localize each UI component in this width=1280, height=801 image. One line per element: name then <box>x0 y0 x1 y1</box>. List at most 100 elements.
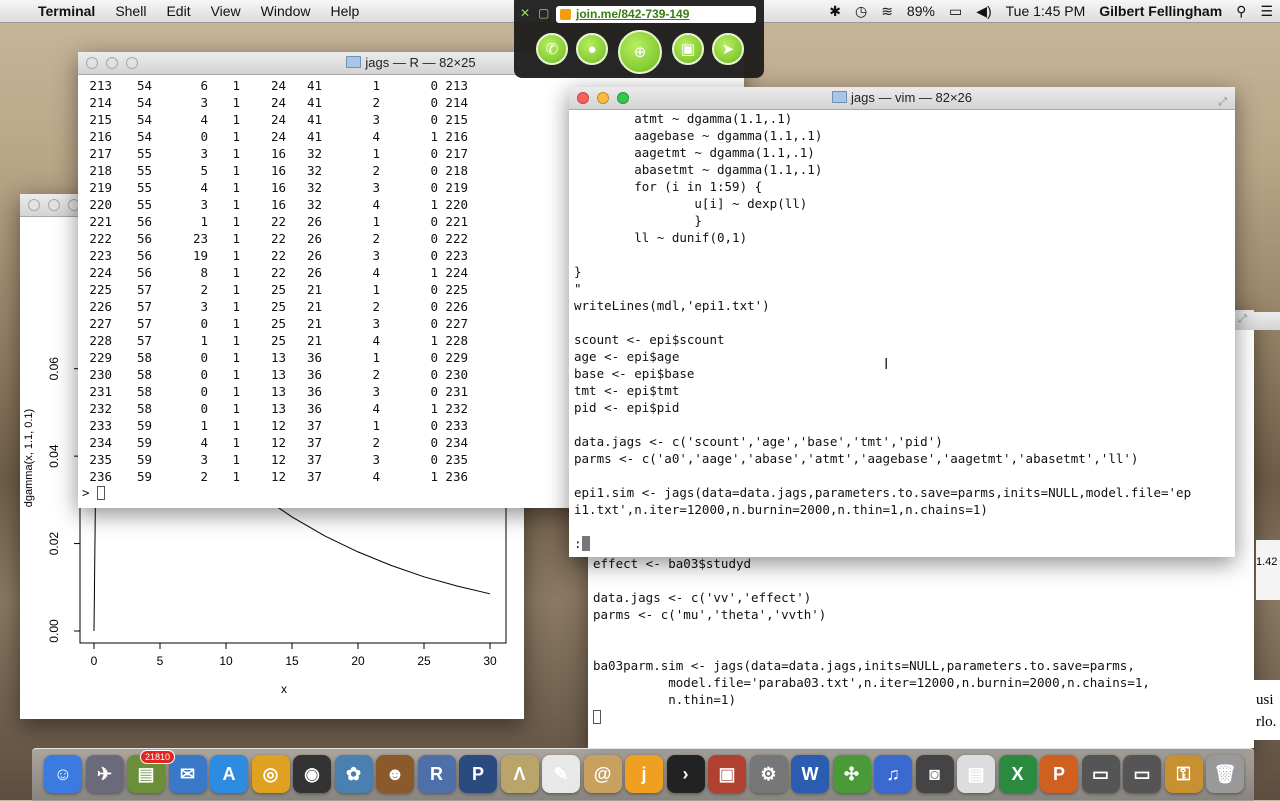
zoom-button[interactable]: ⊕ <box>618 30 662 74</box>
table-cell: 0 <box>430 112 438 127</box>
window-1-icon[interactable]: ▭ <box>1081 755 1120 793</box>
window-2-icon[interactable]: ▭ <box>1123 755 1161 793</box>
table-cell: 0 <box>430 299 438 314</box>
joinme-close-icon[interactable]: ✕ <box>520 6 530 20</box>
menu-edit[interactable]: Edit <box>156 3 200 19</box>
edge-window[interactable]: 1.42 <box>1256 540 1280 600</box>
finder-icon[interactable]: ☺ <box>44 755 82 793</box>
data-table: 213 54 6 1 24 41 1 0 213 214 54 3 1 24 41 2 0 214 215 54 4 1 2… <box>82 77 468 485</box>
table-cell: 220 <box>445 197 468 212</box>
table-cell: 24 <box>270 95 286 110</box>
bluetooth-icon[interactable]: ✱ <box>822 3 848 20</box>
table-cell: 231 <box>445 384 468 399</box>
lock-button[interactable]: ▣ <box>672 33 704 65</box>
spotlight-search-icon[interactable]: ⚲ <box>1229 3 1253 20</box>
chrome-icon[interactable]: ◎ <box>251 755 290 793</box>
close-icon[interactable] <box>86 57 98 69</box>
r-icon[interactable]: R <box>417 755 456 793</box>
close-icon[interactable] <box>28 199 40 211</box>
pointer-button[interactable]: ➤ <box>712 33 744 65</box>
notification-center-icon[interactable]: ☰ <box>1253 3 1280 20</box>
table-cell: 41 <box>306 78 322 93</box>
table-row: 226 57 3 1 25 21 2 0 226 <box>82 298 468 315</box>
battery-icon[interactable]: ▭ <box>942 3 969 20</box>
screen-capture-icon[interactable]: ◙ <box>915 755 954 793</box>
table-cell: 223 <box>445 248 468 263</box>
table-cell: 36 <box>306 350 322 365</box>
y-tick-label: 0.02 <box>47 532 61 556</box>
table-cell: 0 <box>430 435 438 450</box>
joinme-url[interactable]: join.me/842-739-149 <box>556 6 756 23</box>
chat-button[interactable]: ● <box>576 33 608 65</box>
back-editor-text[interactable]: effect <- ba03$studyd data.jags <- c('vv… <box>593 555 1150 725</box>
code-text: parms <- c('a0','aage','abase','atmt','a… <box>574 451 1139 466</box>
zoom-window-icon[interactable] <box>617 92 629 104</box>
keychain-icon[interactable]: ⚿ <box>1164 755 1203 793</box>
minimize-icon[interactable] <box>48 199 60 211</box>
table-row: 229 58 0 1 13 36 1 0 229 <box>82 349 468 366</box>
excel-icon[interactable]: X <box>998 755 1037 793</box>
table-cell: 215 <box>445 112 468 127</box>
code-line: for (i in 1:59) { <box>574 178 1235 195</box>
menu-shell[interactable]: Shell <box>105 3 156 19</box>
table-cell: 0 <box>430 367 438 382</box>
vim-editor[interactable]: atmt ~ dgamma(1.1,.1) aagebase ~ dgamma(… <box>574 110 1235 557</box>
mail-badge: 21810 <box>140 750 176 764</box>
battery-percent[interactable]: 89% <box>900 3 942 19</box>
system-preferences-icon[interactable]: ⚙ <box>749 755 788 793</box>
close-icon[interactable] <box>577 92 589 104</box>
clock[interactable]: Tue 1:45 PM <box>999 3 1093 19</box>
time-machine-icon[interactable]: ◷ <box>848 3 874 20</box>
user-name[interactable]: Gilbert Fellingham <box>1092 3 1229 19</box>
phone-button[interactable]: ✆ <box>536 33 568 65</box>
y-tick-label: 0.06 <box>47 357 61 381</box>
launchpad-icon[interactable]: ✈ <box>85 755 124 793</box>
table-cell: 226 <box>89 299 112 314</box>
microsoft-word-icon[interactable]: W <box>791 755 829 793</box>
code-text: } <box>574 213 702 228</box>
fetch-icon[interactable]: ☻ <box>376 755 414 793</box>
contacts-icon[interactable]: @ <box>583 755 622 793</box>
menu-app-name[interactable]: Terminal <box>28 3 105 19</box>
pandora-icon[interactable]: P <box>459 755 497 793</box>
iphoto-icon[interactable]: ✿ <box>334 755 373 793</box>
table-cell: 56 <box>136 248 152 263</box>
powerpoint-icon[interactable]: P <box>1040 755 1078 793</box>
vim-titlebar[interactable]: jags — vim — 82×26 ⤢ <box>569 87 1235 110</box>
menu-window[interactable]: Window <box>251 3 321 19</box>
volume-icon[interactable]: ◀) <box>969 3 998 20</box>
table-cell: 13 <box>270 401 286 416</box>
menu-help[interactable]: Help <box>320 3 369 19</box>
table-cell: 2 <box>372 231 380 246</box>
latex-icon[interactable]: Λ <box>500 755 539 793</box>
edge-document[interactable]: usi rlo. <box>1254 680 1280 740</box>
table-cell: 41 <box>306 95 322 110</box>
table-cell: 0 <box>430 214 438 229</box>
mail-icon[interactable]: ✉ <box>168 755 207 793</box>
code-text: } <box>574 264 582 279</box>
textedit-icon[interactable]: ✎ <box>542 755 580 793</box>
table-cell: 13 <box>270 367 286 382</box>
terminal-icon[interactable]: › <box>666 755 705 793</box>
edge-titlebar[interactable]: ⤢ <box>1232 312 1280 330</box>
table-cell: 225 <box>89 282 112 297</box>
trash-icon[interactable]: 🗑 <box>1206 755 1244 793</box>
growl-icon[interactable]: ✣ <box>832 755 871 793</box>
preview-doc-icon[interactable]: ▤ <box>957 755 995 793</box>
table-cell: 58 <box>136 350 152 365</box>
join-me-icon[interactable]: j <box>625 755 663 793</box>
minimize-icon[interactable] <box>106 57 118 69</box>
wifi-icon[interactable]: ≋ <box>874 3 900 20</box>
table-cell: 37 <box>306 452 322 467</box>
joinme-minimize-icon[interactable]: ▢ <box>538 6 549 20</box>
table-cell: 23 <box>192 231 208 246</box>
parallels-icon[interactable]: ▣ <box>708 755 746 793</box>
app-store-icon[interactable]: A <box>210 755 248 793</box>
itunes-icon[interactable]: ♫ <box>874 755 912 793</box>
minimize-icon[interactable] <box>597 92 609 104</box>
dashboard-icon[interactable]: ◉ <box>293 755 331 793</box>
zoom-window-icon[interactable] <box>126 57 138 69</box>
fullscreen-icon[interactable]: ⤢ <box>1238 313 1247 326</box>
menu-view[interactable]: View <box>201 3 251 19</box>
